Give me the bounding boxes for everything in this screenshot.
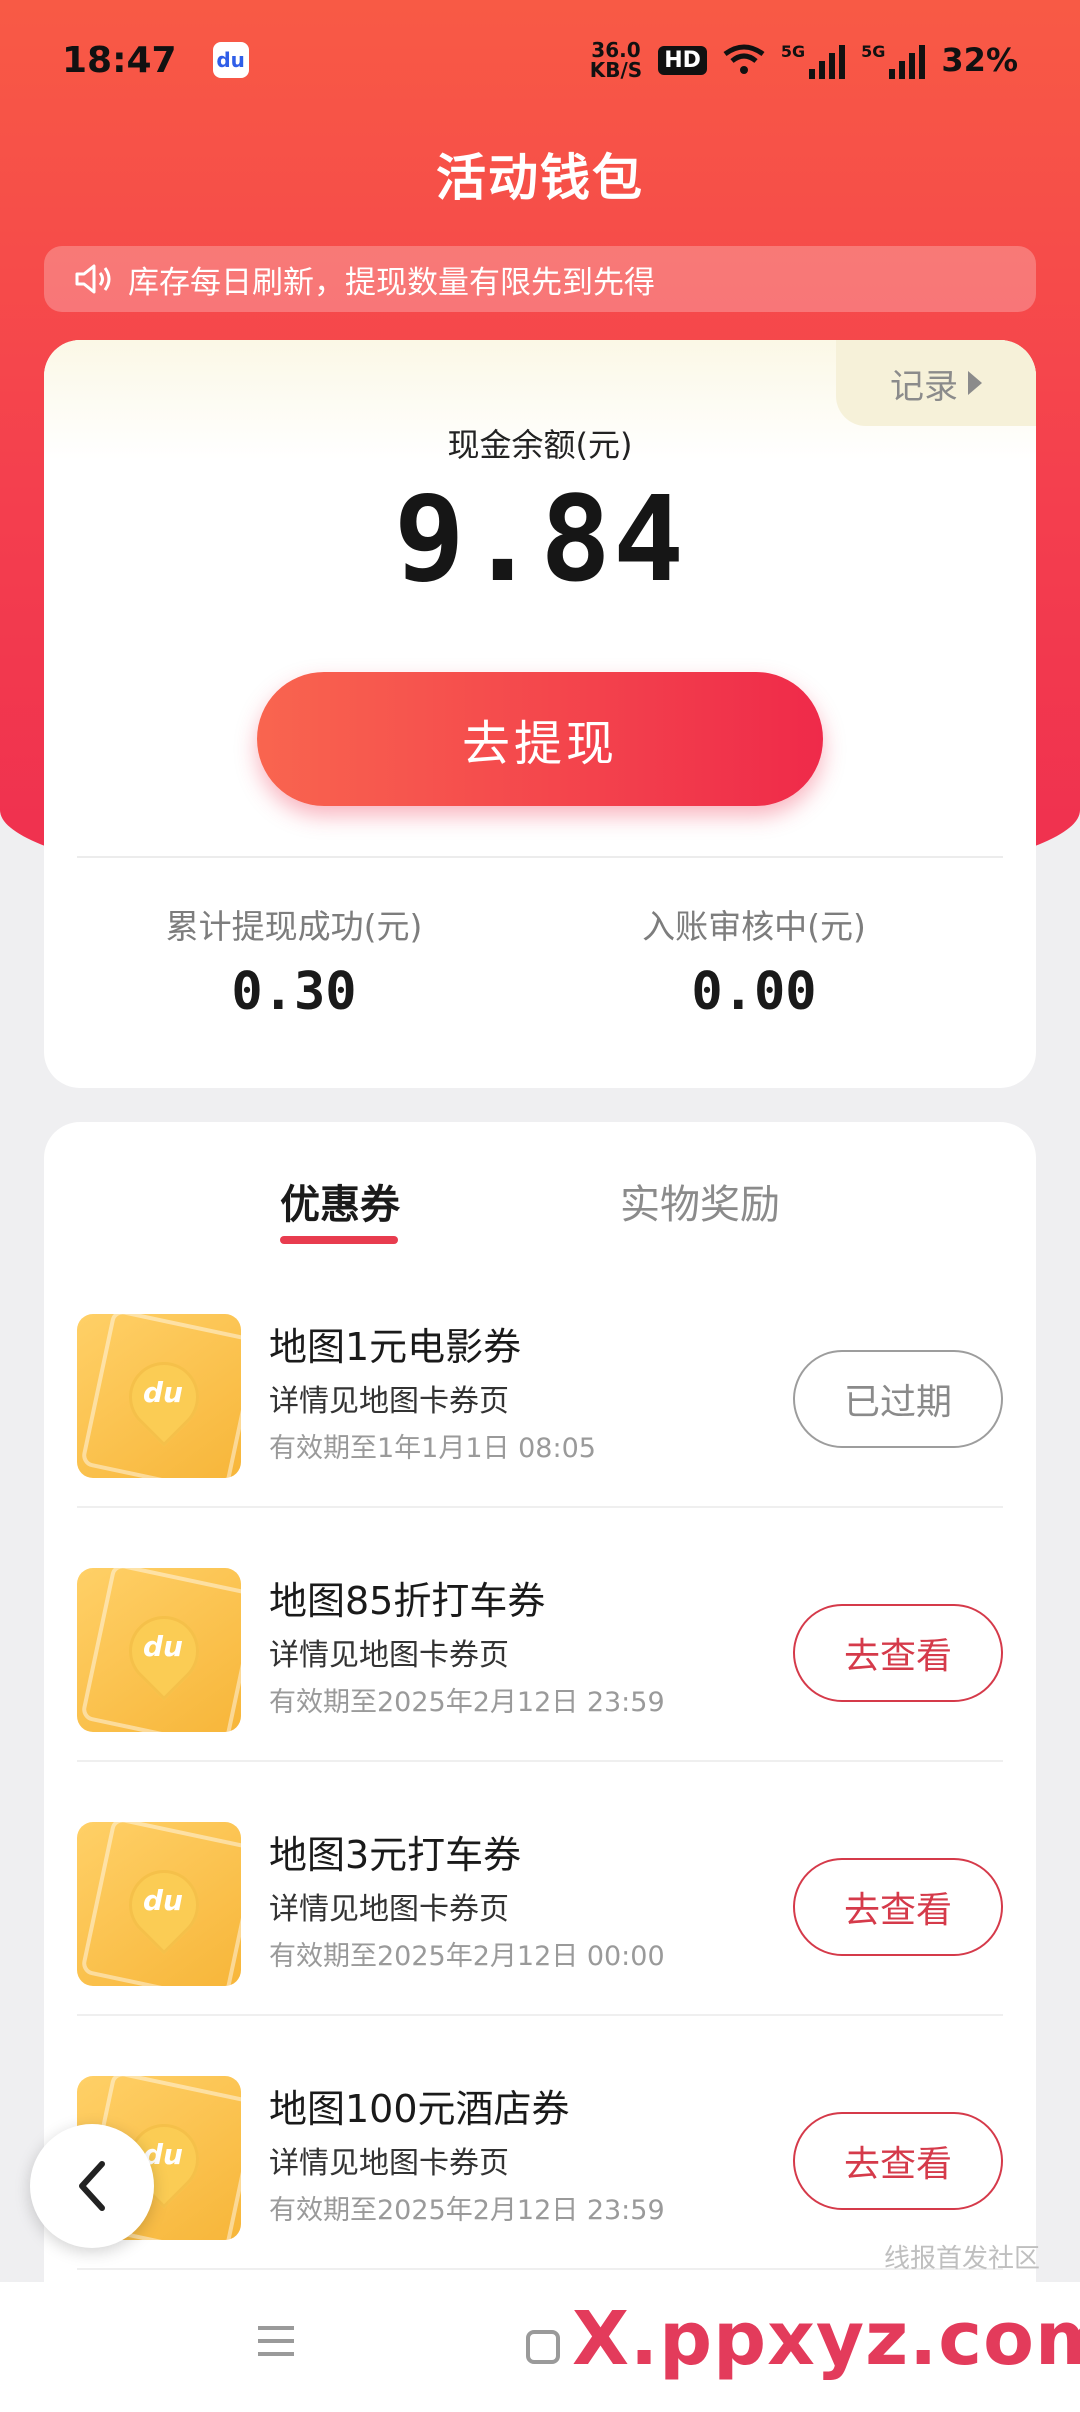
coupon-du-icon: du <box>77 1314 241 1478</box>
rewards-card: 优惠券 实物奖励 du 地图1元电影券 详情见地图卡券页 有效期至1年1月1日 … <box>44 1122 1036 2282</box>
stat-label: 入账审核中(元) <box>642 907 866 946</box>
baidu-app-icon: du <box>212 42 249 78</box>
signal-tag-2: 5G <box>861 41 886 61</box>
status-time: 18:47 <box>62 39 177 81</box>
hd-icon: HD <box>658 45 707 75</box>
coupon-item: du 地图100元酒店券 详情见地图卡券页 有效期至2025年2月12日 23:… <box>77 2016 1003 2270</box>
coupon-subtitle: 详情见地图卡券页 <box>269 2146 509 2181</box>
speaker-icon <box>75 264 111 294</box>
coupon-expiry: 有效期至2025年2月12日 23:59 <box>269 1687 665 1718</box>
coupon-du-icon: du <box>77 1822 241 1986</box>
signal-tag: 5G <box>780 41 806 61</box>
coupon-expiry: 有效期至1年1月1日 08:05 <box>269 1433 596 1464</box>
net-speed: 36.0 KB/S <box>590 40 642 80</box>
watermark-logo: X.ppxyz.com <box>572 2296 1080 2382</box>
coupon-subtitle: 详情见地图卡券页 <box>269 1384 509 1419</box>
battery-level: 32% <box>941 41 1018 79</box>
back-arrow-icon <box>79 2161 105 2211</box>
page-title: 活动钱包 <box>436 149 644 207</box>
view-coupon-button[interactable]: 去查看 <box>793 1604 1003 1702</box>
balance-value: 9.84 <box>393 470 687 608</box>
records-button[interactable]: 记录 <box>836 340 1036 426</box>
watermark-subtitle: 线报首发社区 <box>884 2244 1041 2274</box>
coupon-expiry: 有效期至2025年2月12日 23:59 <box>269 2195 665 2226</box>
status-icons: 36.0 KB/S HD 5G 5G 32% <box>590 40 1018 80</box>
net-speed-unit: KB/S <box>589 58 643 82</box>
coupon-title: 地图85折打车券 <box>269 1579 546 1623</box>
expired-button[interactable]: 已过期 <box>793 1350 1003 1448</box>
triangle-right-icon <box>968 371 982 395</box>
signal-icon-2: 5G <box>861 41 926 79</box>
coupon-title: 地图1元电影券 <box>269 1325 522 1369</box>
coupon-title: 地图100元酒店券 <box>269 2087 570 2131</box>
signal-icon: 5G <box>780 41 846 79</box>
balance-card: 记录 现金余额(元) 9.84 去提现 累计提现成功(元) 0.30 入账审核中… <box>44 340 1036 1088</box>
notice-text: 库存每日刷新，提现数量有限先到先得 <box>128 264 655 301</box>
home-square-icon[interactable] <box>526 2330 560 2364</box>
coupon-item: du 地图85折打车券 详情见地图卡券页 有效期至2025年2月12日 23:5… <box>77 1508 1003 1762</box>
stat-pending: 入账审核中(元) 0.00 <box>524 900 984 1022</box>
coupon-du-icon: du <box>77 1568 241 1732</box>
coupon-expiry: 有效期至2025年2月12日 00:00 <box>269 1941 665 1972</box>
net-speed-value: 36.0 <box>591 38 641 62</box>
coupon-subtitle: 详情见地图卡券页 <box>269 1638 509 1673</box>
balance-label: 现金余额(元) <box>447 426 633 464</box>
view-coupon-button[interactable]: 去查看 <box>793 2112 1003 2210</box>
view-coupon-button[interactable]: 去查看 <box>793 1858 1003 1956</box>
back-button[interactable] <box>30 2124 154 2248</box>
withdraw-button[interactable]: 去提现 <box>257 672 823 806</box>
coupon-item: du 地图1元电影券 详情见地图卡券页 有效期至1年1月1日 08:05 已过期 <box>77 1254 1003 1508</box>
records-label: 记录 <box>890 366 958 407</box>
stat-value: 0.00 <box>691 962 817 1022</box>
stat-label: 累计提现成功(元) <box>165 907 423 946</box>
coupon-item: du 地图3元打车券 详情见地图卡券页 有效期至2025年2月12日 00:00… <box>77 1762 1003 2016</box>
notice-banner: 库存每日刷新，提现数量有限先到先得 <box>44 246 1036 312</box>
divider <box>77 856 1003 858</box>
coupon-subtitle: 详情见地图卡券页 <box>269 1892 509 1927</box>
tab-coupons[interactable]: 优惠券 <box>280 1172 400 1230</box>
wifi-icon <box>723 44 765 74</box>
stat-withdrawn: 累计提现成功(元) 0.30 <box>64 900 524 1022</box>
tab-physical-rewards[interactable]: 实物奖励 <box>620 1172 780 1230</box>
status-bar: 18:47 du 36.0 KB/S HD 5G 5G 32% <box>0 0 1080 120</box>
coupon-title: 地图3元打车券 <box>269 1833 522 1877</box>
menu-icon[interactable] <box>258 2326 294 2365</box>
reward-tabs: 优惠券 实物奖励 <box>44 1152 1036 1252</box>
stat-value: 0.30 <box>231 962 357 1022</box>
active-tab-indicator <box>280 1236 398 1244</box>
